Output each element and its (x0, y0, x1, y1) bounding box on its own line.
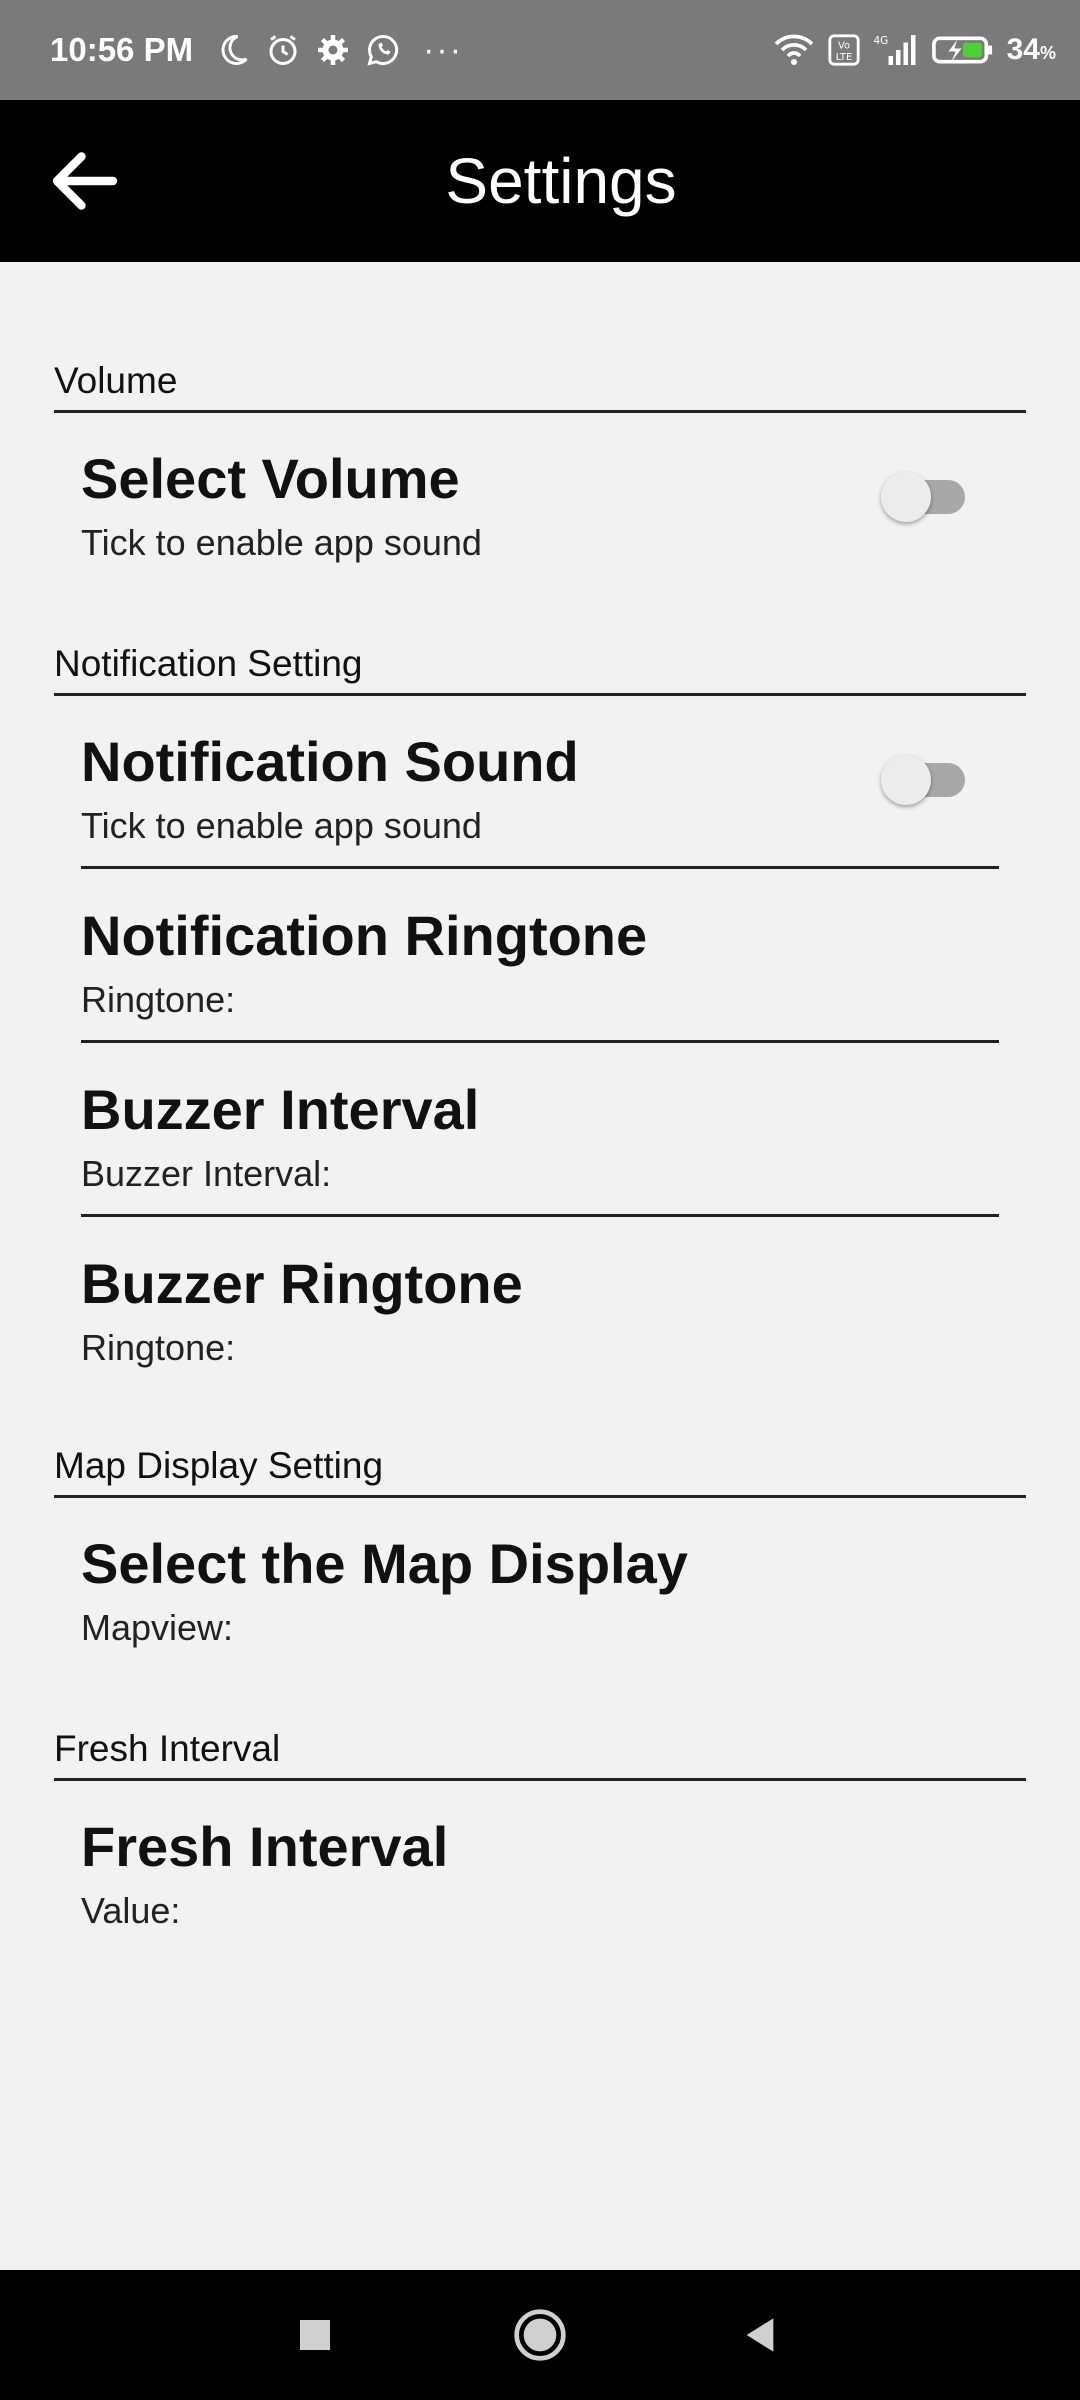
pref-fresh-interval[interactable]: Fresh Interval Value: (81, 1780, 999, 1954)
home-button[interactable] (505, 2300, 575, 2370)
volume-switch[interactable] (881, 467, 971, 522)
system-back-button[interactable] (725, 2300, 795, 2370)
status-more-indicator: ··· (423, 30, 464, 69)
pref-summary: Tick to enable app sound (81, 522, 482, 563)
signal-icon: 4G (873, 35, 916, 65)
svg-text:LTE: LTE (835, 52, 851, 63)
switch-thumb (881, 472, 931, 522)
category-volume: Volume (54, 360, 1026, 413)
category-notification-setting: Notification Setting (54, 643, 1026, 696)
pref-title: Buzzer Ringtone (81, 1252, 523, 1315)
pref-summary: Buzzer Interval: (81, 1153, 332, 1194)
pref-select-volume[interactable]: Select Volume Tick to enable app sound (81, 412, 999, 586)
pref-title: Select Volume (81, 447, 460, 510)
pref-buzzer-interval[interactable]: Buzzer Interval Buzzer Interval: (81, 1043, 999, 1217)
pref-buzzer-ringtone[interactable]: Buzzer Ringtone Ringtone: (81, 1217, 999, 1391)
pref-title: Buzzer Interval (81, 1078, 480, 1141)
navigation-bar (0, 2270, 1080, 2400)
status-bar: 10:56 PM ··· Vo LTE 4G 34% (0, 0, 1080, 100)
status-system-icons: Vo LTE 4G 34% (773, 32, 1056, 68)
notification-sound-switch[interactable] (881, 750, 971, 805)
category-map-display-setting: Map Display Setting (54, 1445, 1026, 1498)
whatsapp-icon (367, 34, 399, 66)
alarm-icon (269, 35, 297, 65)
recents-square-icon (300, 2320, 330, 2350)
gear-icon (318, 35, 349, 65)
status-time: 10:56 PM (50, 31, 194, 68)
status-notification-icons (215, 32, 401, 68)
switch-thumb (881, 755, 931, 805)
svg-text:4G: 4G (873, 35, 888, 47)
pref-title: Notification Sound (81, 730, 579, 793)
pref-notification-ringtone[interactable]: Notification Ringtone Ringtone: (81, 869, 999, 1043)
pref-summary: Tick to enable app sound (81, 805, 482, 846)
pref-summary: Mapview: (81, 1607, 234, 1648)
moon-icon (221, 34, 248, 65)
app-bar: Settings (0, 100, 1080, 262)
pref-title: Fresh Interval (81, 1815, 449, 1878)
pref-title: Notification Ringtone (81, 904, 648, 967)
battery-percentage: 34% (1006, 33, 1056, 66)
pref-title: Select the Map Display (81, 1532, 688, 1595)
page-title: Settings (445, 145, 677, 217)
battery-charging-icon (931, 36, 992, 64)
pref-summary: Ringtone: (81, 1327, 236, 1368)
pref-select-map-display[interactable]: Select the Map Display Mapview: (81, 1497, 999, 1671)
pref-summary: Value: (81, 1890, 181, 1931)
wifi-icon (774, 34, 813, 65)
recents-button[interactable] (280, 2300, 350, 2370)
back-triangle-icon (746, 2318, 774, 2352)
svg-text:Vo: Vo (838, 41, 850, 52)
home-circle-icon (514, 2309, 566, 2361)
volte-icon: VoLTE (828, 34, 860, 66)
pref-summary: Ringtone: (81, 979, 236, 1020)
category-fresh-interval: Fresh Interval (54, 1728, 1026, 1781)
pref-notification-sound[interactable]: Notification Sound Tick to enable app so… (81, 695, 999, 869)
